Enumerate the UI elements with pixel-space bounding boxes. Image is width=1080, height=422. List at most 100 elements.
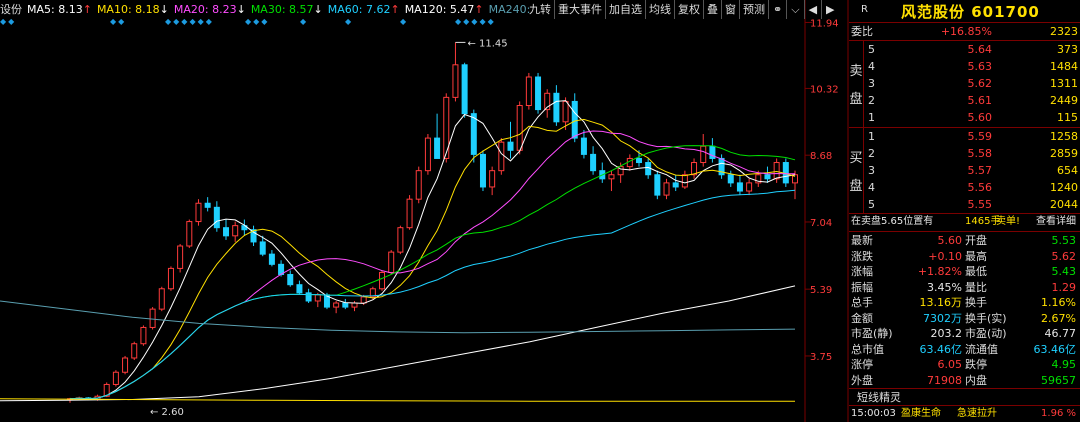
- sell-level-row[interactable]: 4 5.63 1484: [849, 58, 1080, 75]
- quote-label: 最高: [965, 249, 987, 263]
- quote-value: 1.29: [1051, 280, 1077, 294]
- window-button[interactable]: 窗: [721, 0, 739, 19]
- signal-diamond-icon: ◆◆◆◆◆: [455, 17, 496, 26]
- quote-row: 总市值 63.46亿 流通值 63.46亿: [849, 341, 1080, 358]
- quote-value: 5.62: [1051, 249, 1077, 263]
- quote-value: 7302万: [923, 311, 962, 325]
- major-events-button[interactable]: 重大事件: [554, 0, 605, 19]
- note-prefix: 在卖盘5.65位置有: [851, 216, 934, 227]
- chevron-down-icon[interactable]: ⌵: [786, 0, 803, 19]
- level-price: 5.61: [967, 94, 993, 107]
- quote-value: 5.43: [1051, 265, 1077, 278]
- candle-body: [131, 343, 138, 359]
- quote-label: 金额: [851, 311, 873, 325]
- quote-label: 振幅: [851, 280, 873, 294]
- high-label: ← 11.45: [467, 38, 507, 49]
- candle-body: [287, 274, 294, 286]
- candle-body: [562, 100, 569, 123]
- signal-diamond-icon: ◆◆◆: [245, 17, 270, 26]
- ratio-value: +16.85%: [940, 25, 992, 38]
- ma-label: MA60:: [327, 3, 366, 16]
- level-number: 3: [868, 164, 875, 177]
- candle-body: [736, 182, 743, 192]
- stock-title: 风范股份 601700: [901, 3, 1040, 21]
- quote-row: 市盈(静) 203.2 市盈(动) 46.77: [849, 325, 1080, 342]
- order-ratio-row: 委比 +16.85% 2323: [849, 23, 1080, 40]
- ma-trend-icon: ↓: [313, 3, 323, 16]
- ratio-diff: 2323: [1050, 25, 1078, 38]
- ma-label: MA20:: [173, 3, 213, 16]
- candle-body: [305, 292, 312, 302]
- moving-average-button[interactable]: 均线: [645, 0, 674, 19]
- add-watchlist-button[interactable]: 加自选: [605, 0, 645, 19]
- buy-level-row[interactable]: 1 5.59 1258: [849, 128, 1080, 145]
- y-tick-label: 3.75: [810, 352, 832, 363]
- lock-icon[interactable]: ⚭: [768, 0, 786, 19]
- adjust-price-button[interactable]: 复权: [674, 0, 703, 19]
- quote-panel: R 风范股份 601700 委比 +16.85% 2323 5 5.64 373 4 5…: [849, 0, 1080, 422]
- buy-level-row[interactable]: 3 5.57 654: [849, 162, 1080, 179]
- sell-level-row[interactable]: 1 5.60 115: [849, 109, 1080, 126]
- quote-label: 总手: [851, 296, 873, 309]
- candle-body: [681, 174, 688, 188]
- sell-level-row[interactable]: 2 5.61 2449: [849, 92, 1080, 109]
- signal-diamond-icon: ◆◆◆◆◆◆: [165, 17, 214, 26]
- y-tick-label: 11.94: [810, 18, 839, 29]
- event-pct: 1.96 %: [1041, 408, 1076, 419]
- short-line-entry[interactable]: 15:00:03 盈康生命 急速拉升 1.96 %: [849, 405, 1080, 422]
- ma-line: [0, 285, 796, 402]
- level-price: 5.56: [967, 181, 993, 194]
- quote-label: 市盈(动): [965, 327, 1007, 340]
- stock-header: R 风范股份 601700: [849, 0, 1080, 23]
- sell-label-1: 卖: [849, 64, 863, 79]
- candle-body: [635, 157, 642, 164]
- ma-value: 8.23: [212, 3, 237, 16]
- buy-level-row[interactable]: 4 5.56 1240: [849, 179, 1080, 196]
- quote-row: 涨幅 +1.82% 最低 5.43: [849, 263, 1080, 280]
- candle-body: [443, 96, 450, 159]
- kline-chart[interactable]: 11.94 10.32 8.68 7.04 5.39 3.75 ← 11.45 ← 2.60: [0, 0, 849, 422]
- candle-body: [525, 76, 532, 107]
- buy-level-row[interactable]: 2 5.58 2859: [849, 145, 1080, 162]
- overlay-button[interactable]: 叠: [703, 0, 721, 19]
- signal-diamond-icon: ◆: [400, 17, 409, 26]
- candle-body: [424, 137, 431, 172]
- buy-level-row[interactable]: 5 5.55 2044: [849, 196, 1080, 213]
- ma-item: MA60: 7.62↑: [328, 0, 400, 20]
- view-detail-link[interactable]: 查看详细: [1036, 213, 1076, 230]
- quote-row: 涨跌 +0.10 最高 5.62: [849, 248, 1080, 265]
- triangle-left-icon[interactable]: ◀: [803, 0, 821, 19]
- ma-trend-icon: ↓: [236, 3, 246, 16]
- quote-row: 总手 13.16万 换手 1.16%: [849, 294, 1080, 311]
- level-volume: 1311: [1050, 77, 1078, 90]
- quote-label: 开盘: [965, 234, 987, 247]
- sell-level-row[interactable]: 5 5.64 373: [849, 41, 1080, 58]
- short-line-section[interactable]: 短线精灵: [849, 389, 1080, 406]
- candle-body: [140, 326, 147, 345]
- level-price: 5.58: [967, 147, 993, 160]
- quote-value: +1.82%: [917, 265, 962, 278]
- triangle-right-icon[interactable]: ▶: [821, 0, 838, 19]
- candle-body: [727, 174, 734, 184]
- level-number: 1: [868, 111, 875, 124]
- quote-label: 内盘: [965, 373, 987, 387]
- y-tick-label: 5.39: [810, 285, 832, 296]
- sell-level-row[interactable]: 3 5.62 1311: [849, 75, 1080, 92]
- quote-value: 3.45%: [927, 280, 962, 294]
- candle-body: [122, 357, 129, 373]
- level-volume: 373: [1057, 43, 1078, 56]
- candle-body: [379, 271, 386, 290]
- quote-value: 5.53: [1051, 234, 1077, 247]
- candle-body: [746, 182, 753, 192]
- jiuzhuan-button[interactable]: 九转: [526, 0, 554, 19]
- candle-body: [351, 302, 358, 308]
- big-order-note: 在卖盘5.65位置有 1465手 卖单! 查看详细: [849, 213, 1080, 230]
- candle-body: [314, 294, 321, 302]
- candle-body: [195, 202, 202, 223]
- candle-body: [406, 198, 413, 229]
- candle-body: [507, 141, 514, 151]
- signal-diamond-icon: ◆: [300, 17, 309, 26]
- ma-label: MA5:: [27, 3, 59, 16]
- forecast-button[interactable]: 预测: [739, 0, 768, 19]
- quote-row: 涨停 6.05 跌停 4.95: [849, 356, 1080, 373]
